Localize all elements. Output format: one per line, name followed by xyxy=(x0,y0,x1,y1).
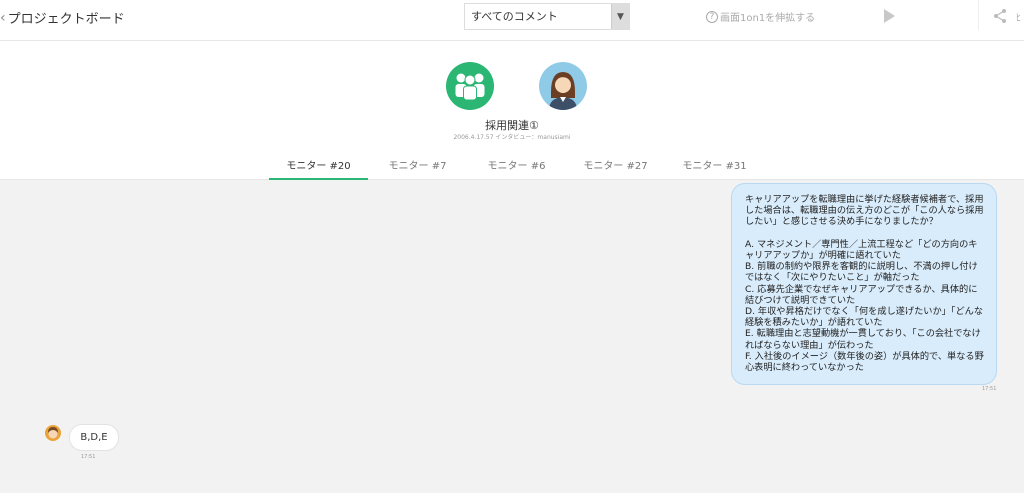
help-label: 画面1on1を伸拡する xyxy=(720,13,816,24)
interviewer-avatar xyxy=(539,62,587,110)
answer-timestamp: 17:51 xyxy=(81,454,96,460)
tab-monitor-27[interactable]: モニター #27 xyxy=(566,152,665,180)
chat-thread: キャリアアップを転職理由に挙げた経験者候補者で、採用した場合は、転職理由の伝え方… xyxy=(0,180,1024,493)
tab-monitor-31[interactable]: モニター #31 xyxy=(665,152,764,180)
share-icon[interactable] xyxy=(992,8,1008,24)
top-bar: ‹ プロジェクトボード すべてのコメント ▼ ? 画面1on1を伸拡する ﾋ xyxy=(0,0,1024,41)
group-avatar xyxy=(446,62,494,110)
person-icon xyxy=(549,72,577,110)
project-meta: 2006.4.17.57 インタビュー：manusiami xyxy=(453,134,571,141)
project-header: 採用関連① 2006.4.17.57 インタビュー：manusiami モニター… xyxy=(0,41,1024,180)
back-button[interactable]: ‹ プロジェクトボード xyxy=(0,8,125,28)
chevron-down-icon[interactable]: ▼ xyxy=(611,4,629,29)
tab-monitor-6[interactable]: モニター #6 xyxy=(467,152,566,180)
tab-monitor-7[interactable]: モニター #7 xyxy=(368,152,467,180)
monitor-tabs: モニター #20 モニター #7 モニター #6 モニター #27 モニター #… xyxy=(269,152,764,180)
help-link[interactable]: ? 画面1on1を伸拡する xyxy=(706,9,815,24)
question-timestamp: 17:51 xyxy=(982,386,997,392)
play-icon[interactable] xyxy=(884,9,895,23)
question-icon: ? xyxy=(706,10,718,23)
chevron-left-icon: ‹ xyxy=(0,9,6,26)
question-message: キャリアアップを転職理由に挙げた経験者候補者で、採用した場合は、転職理由の伝え方… xyxy=(731,183,997,385)
comment-filter-value: すべてのコメント xyxy=(471,10,558,23)
back-label: プロジェクトボード xyxy=(7,12,125,27)
respondent-avatar xyxy=(45,425,61,441)
project-title: 採用関連① xyxy=(485,119,539,132)
respondent-icon xyxy=(48,427,58,439)
divider xyxy=(978,0,979,30)
answer-message: B,D,E xyxy=(69,424,119,451)
comment-filter-select[interactable]: すべてのコメント ▼ xyxy=(464,3,630,30)
edge-text: ﾋ xyxy=(1016,13,1021,24)
tab-monitor-20[interactable]: モニター #20 xyxy=(269,152,368,180)
group-icon xyxy=(455,73,485,101)
